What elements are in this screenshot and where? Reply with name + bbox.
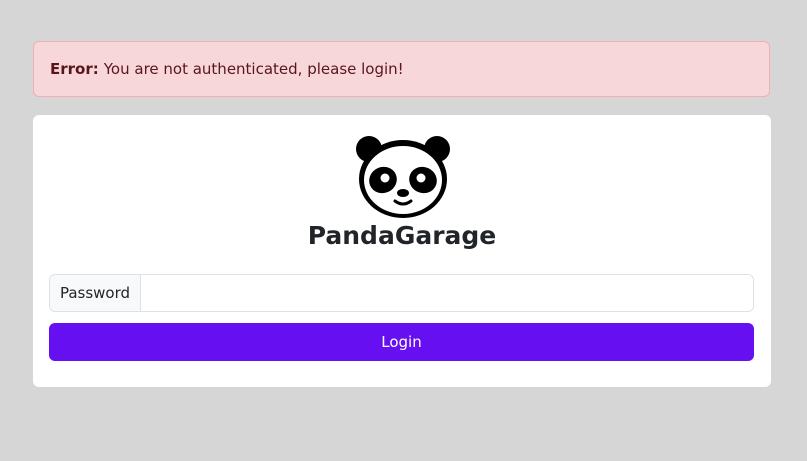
password-input[interactable]	[141, 275, 753, 311]
error-label: Error:	[50, 60, 99, 78]
login-card: PandaGarage Password Login	[33, 115, 771, 387]
login-button[interactable]: Login	[49, 323, 754, 361]
password-input-group: Password	[49, 274, 754, 312]
error-message: You are not authenticated, please login!	[103, 60, 404, 78]
error-alert: Error: You are not authenticated, please…	[33, 41, 770, 97]
password-label: Password	[50, 275, 141, 311]
panda-icon	[356, 136, 450, 218]
brand-name: PandaGarage	[307, 221, 497, 250]
